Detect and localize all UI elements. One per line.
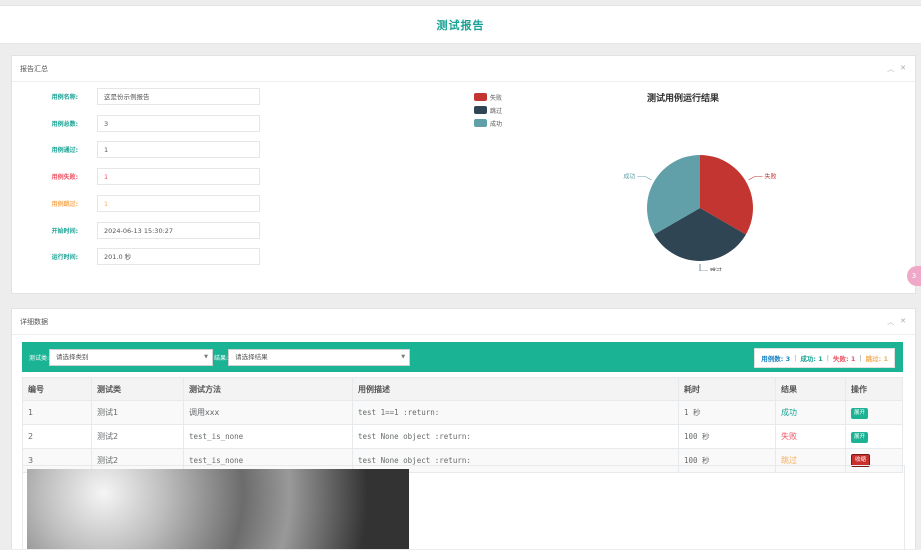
- result-filter-select[interactable]: 请选择结果 ▼: [228, 348, 411, 366]
- field-fail: 用例失败: 1: [12, 168, 260, 185]
- column-header: 结果: [775, 377, 846, 401]
- legend-item-pass[interactable]: 成功: [474, 117, 502, 129]
- side-float-badge[interactable]: 3: [907, 266, 921, 286]
- legend-label: 成功: [490, 120, 503, 128]
- cell-result: 失败: [775, 424, 846, 449]
- test-screenshot-image[interactable]: [27, 469, 409, 549]
- pie-label-1: 跳过: [710, 267, 722, 271]
- run-time-field[interactable]: 201.0 秒: [97, 248, 260, 265]
- result-table: 编号 测试类 测试方法 用例描述 耗时 结果 操作 1 测试1 调用xxx te…: [22, 377, 903, 473]
- case-name-field[interactable]: 这是份示例报告: [97, 88, 260, 105]
- class-filter-value: 请选择类别: [56, 352, 89, 361]
- pie-label-2: 成功: [623, 173, 635, 181]
- legend-swatch: [474, 93, 487, 101]
- legend-label: 失败: [490, 94, 503, 102]
- table-header-row: 编号 测试类 测试方法 用例描述 耗时 结果 操作: [22, 377, 903, 401]
- stat-pass: 成功: 1: [800, 355, 823, 363]
- column-header: 耗时: [678, 377, 776, 401]
- table-row: 1 测试1 调用xxx test 1==1 :return: 1 秒 成功 展开: [22, 400, 903, 425]
- close-icon[interactable]: ✕: [900, 317, 906, 327]
- field-label: 用例通过:: [51, 147, 78, 154]
- start-time-field[interactable]: 2024-06-13 15:30:27: [97, 222, 260, 239]
- cell-time: 1 秒: [678, 400, 776, 425]
- detail-panel: 详细数据 ︿ ✕ 测试类: 请选择类别 ▼ 结果: 请选择结果 ▼ 用例数: 3…: [11, 308, 916, 550]
- stat-skip: 跳过: 1: [865, 355, 888, 363]
- class-filter-select[interactable]: 请选择类别 ▼: [49, 348, 214, 366]
- cell-action: 展开: [845, 424, 903, 449]
- field-label: 用例失败:: [51, 174, 78, 181]
- detail-panel-header: 详细数据 ︿ ✕: [12, 309, 915, 335]
- field-label: 用例总数:: [51, 121, 78, 128]
- fail-field[interactable]: 1: [97, 168, 260, 185]
- pie-label-line-2: [637, 176, 652, 181]
- cell-method: 调用xxx: [183, 400, 353, 425]
- field-label: 用例跳过:: [51, 201, 78, 208]
- field-label: 用例名称:: [51, 94, 78, 101]
- field-pass: 用例通过: 1: [12, 141, 260, 158]
- legend-label: 跳过: [490, 107, 503, 115]
- cell-id: 2: [22, 424, 92, 449]
- stat-total: 用例数: 3: [761, 355, 791, 363]
- filter-bar: 测试类: 请选择类别 ▼ 结果: 请选择结果 ▼ 用例数: 3 | 成功: 1 …: [22, 342, 903, 372]
- detail-panel-title: 详细数据: [20, 317, 48, 326]
- field-case-name: 用例名称: 这是份示例报告: [12, 88, 260, 105]
- column-header: 编号: [22, 377, 92, 401]
- skip-field[interactable]: 1: [97, 195, 260, 212]
- column-header: 用例描述: [352, 377, 679, 401]
- cell-desc: test None object :return:: [352, 424, 679, 449]
- cell-desc: test 1==1 :return:: [352, 400, 679, 425]
- dropdown-arrow-icon: ▼: [204, 353, 209, 360]
- expand-button[interactable]: 展开: [851, 431, 869, 443]
- summary-panel-header: 报告汇总 ︿ ✕: [12, 56, 915, 82]
- pie-label-line-0: [748, 176, 763, 181]
- column-header: 操作: [845, 377, 903, 401]
- field-run-time: 运行时间: 201.0 秒: [12, 248, 260, 265]
- total-field[interactable]: 3: [97, 115, 260, 132]
- pie-label-line-1: [699, 264, 708, 271]
- field-total: 用例总数: 3: [12, 115, 260, 132]
- stat-fail: 失败: 1: [832, 355, 856, 363]
- column-header: 测试类: [91, 377, 184, 401]
- pie-label-0: 失败: [765, 173, 777, 181]
- field-skip: 用例跳过: 1: [12, 195, 260, 212]
- close-icon[interactable]: ✕: [900, 64, 906, 74]
- field-start-time: 开始时间: 2024-06-13 15:30:27: [12, 222, 260, 239]
- field-label: 运行时间:: [51, 254, 78, 261]
- cell-action: 展开: [845, 400, 903, 425]
- summary-panel-title: 报告汇总: [20, 64, 48, 73]
- cell-class: 测试1: [91, 400, 184, 425]
- class-filter-label: 测试类:: [29, 354, 50, 362]
- field-label: 开始时间:: [51, 228, 78, 235]
- collapse-icon[interactable]: ︿: [887, 317, 894, 327]
- chart-title: 测试用例运行结果: [647, 94, 720, 104]
- legend-item-fail[interactable]: 失败: [474, 91, 502, 103]
- cell-time: 100 秒: [678, 424, 776, 449]
- stats-summary: 用例数: 3 | 成功: 1 | 失败: 1 | 跳过: 1: [754, 348, 895, 368]
- cell-class: 测试2: [91, 424, 184, 449]
- result-filter-label: 结果:: [214, 354, 229, 362]
- legend-swatch: [474, 106, 487, 114]
- legend-swatch: [474, 119, 487, 127]
- cell-result: 成功: [775, 400, 846, 425]
- result-filter-value: 请选择结果: [235, 352, 268, 361]
- legend-item-skip[interactable]: 跳过: [474, 104, 502, 116]
- collapse-icon[interactable]: ︿: [887, 64, 894, 74]
- cell-method: test_is_none: [183, 424, 353, 449]
- table-row: 2 测试2 test_is_none test None object :ret…: [22, 424, 903, 449]
- column-header: 测试方法: [183, 377, 353, 401]
- top-header: 测试报告: [0, 5, 921, 44]
- page-title: 测试报告: [436, 18, 485, 32]
- pass-field[interactable]: 1: [97, 141, 260, 158]
- dropdown-arrow-icon: ▼: [401, 353, 406, 360]
- pie-chart: 失败跳过 成功: [623, 155, 777, 271]
- summary-panel: 报告汇总 ︿ ✕ 用例名称: 这是份示例报告 用例总数: 3 用例通过: 1 用…: [11, 55, 916, 294]
- cell-id: 1: [22, 400, 92, 425]
- chart-legend: 失败 跳过 成功: [474, 91, 502, 130]
- expand-button[interactable]: 展开: [851, 407, 869, 419]
